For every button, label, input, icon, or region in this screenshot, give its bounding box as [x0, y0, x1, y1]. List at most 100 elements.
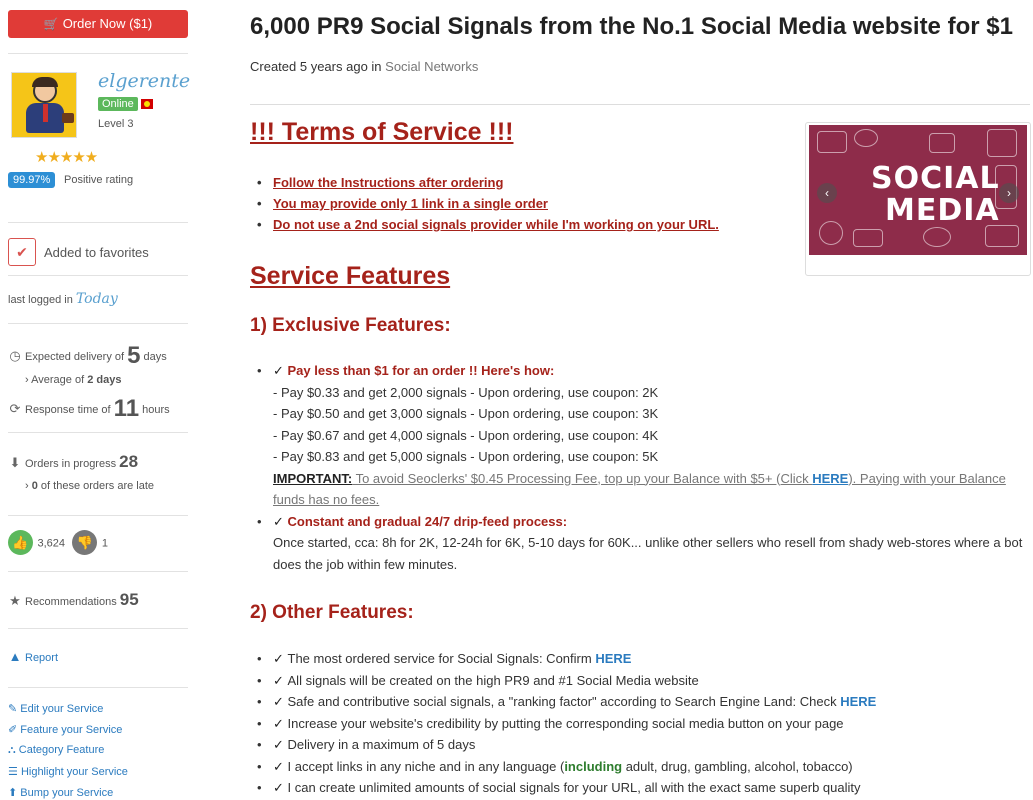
- list-item: • ✓ The most ordered service for Social S…: [257, 651, 632, 666]
- average-value: 2 days: [87, 374, 122, 386]
- drip-title: Constant and gradual 24/7 drip-feed proc…: [287, 513, 568, 529]
- thumbs-up-icon: 👍: [8, 530, 33, 555]
- service-image-gallery[interactable]: SOCIAL MEDIA ‹ ›: [805, 122, 1031, 276]
- feature-service-link[interactable]: ✐ Feature your Service: [8, 723, 128, 736]
- other-text: Increase your website's credibility by p…: [287, 715, 844, 731]
- expected-delivery: ◷ Expected delivery of 5 days: [8, 342, 166, 370]
- including-text: including: [564, 758, 623, 774]
- recs-label: Recommendations: [25, 596, 117, 608]
- average-delivery: › Average of 2 days: [25, 374, 122, 386]
- last-logged: last logged in Today: [8, 291, 118, 307]
- last-logged-label: last logged in: [8, 294, 73, 306]
- important-text: ). Paying with your Balance: [848, 470, 1006, 486]
- chevron-right-icon[interactable]: ›: [999, 183, 1019, 203]
- divider: [8, 571, 188, 572]
- country-flag-icon: [141, 99, 153, 109]
- check-here-link[interactable]: HERE: [840, 694, 876, 709]
- image-word-media: MEDIA: [885, 193, 1000, 228]
- orders-value: 28: [119, 452, 139, 471]
- features-heading: Service Features: [250, 262, 451, 290]
- order-now-button[interactable]: 🛒 Order Now ($1): [8, 10, 188, 38]
- pay-line: - Pay $0.83 and get 5,000 signals - Upon…: [273, 449, 659, 464]
- social-media-image: SOCIAL MEDIA ‹ ›: [809, 125, 1027, 255]
- edit-service-label: Edit your Service: [20, 703, 104, 715]
- online-badge: Online: [98, 97, 138, 111]
- divider: [8, 222, 188, 223]
- seller-sidebar: 🛒 Order Now ($1) elgerente Online Level 3…: [8, 10, 190, 799]
- highlight-service-link[interactable]: ☰ Highlight your Service: [8, 765, 128, 778]
- other-text: Delivery in a maximum of 5 days: [287, 737, 476, 752]
- rating-percent-badge: 99.97%: [8, 172, 56, 188]
- other-text: I can create unlimited amounts of social…: [287, 780, 861, 795]
- edit-service-link[interactable]: ✎ Edit your Service: [8, 702, 128, 715]
- thumbs-up-count: 3,624: [37, 537, 65, 550]
- response-unit: hours: [142, 404, 170, 416]
- thumbs-down-icon: 👎: [72, 530, 98, 555]
- category-feature-label: Category Feature: [18, 744, 105, 756]
- sitemap-icon: ⛬: [8, 744, 16, 756]
- thumbs-down-count: 1: [101, 537, 109, 550]
- list-item: Follow the Instructions after ordering: [257, 175, 719, 190]
- divider: [8, 687, 188, 688]
- exclusive-features: • ✓ Pay less than $1 for an order !! Here…: [257, 360, 1027, 575]
- feature-service-label: Feature your Service: [20, 724, 123, 736]
- important-note: IMPORTANT: To avoid Seoclerks' $0.45 Pro…: [257, 468, 1027, 490]
- favorites-label: Added to favorites: [44, 245, 149, 260]
- list-item: • ✓ Pay less than $1 for an order !! Here…: [257, 363, 555, 378]
- other-text: All signals will be created on the high …: [287, 672, 699, 688]
- balance-here-link[interactable]: HERE: [812, 471, 848, 486]
- orders-label: Orders in progress: [25, 458, 117, 470]
- late-orders: › 0 of these orders are late: [25, 480, 155, 492]
- category-feature-link[interactable]: ⛬ Category Feature: [8, 744, 128, 757]
- pay-less-title: Pay less than $1 for an order !! Here's …: [287, 363, 555, 378]
- star-icon: ★: [9, 593, 21, 608]
- seller-username[interactable]: elgerente: [98, 70, 190, 92]
- seller-level: Level 3: [98, 118, 134, 130]
- created-info: Created 5 years ago in Social Networks: [250, 59, 478, 74]
- divider: [8, 323, 188, 324]
- divider: [8, 628, 188, 629]
- exclusive-heading: 1) Exclusive Features:: [250, 315, 451, 336]
- pay-line: - Pay $0.67 and get 4,000 signals - Upon…: [273, 427, 659, 443]
- list-item: • ✓ I accept links in any niche and in an…: [257, 758, 853, 774]
- response-label: Response time of: [25, 404, 111, 416]
- other-features: • ✓ The most ordered service for Social S…: [257, 648, 1027, 799]
- report-link[interactable]: ▲ Report: [8, 649, 58, 664]
- list-item: • ✓ Safe and contributive social signals,…: [257, 694, 877, 709]
- expected-label: Expected delivery of: [25, 351, 125, 363]
- pay-line: - Pay $0.50 and get 3,000 signals - Upon…: [273, 406, 659, 421]
- report-label: Report: [25, 652, 59, 664]
- cart-icon: 🛒: [43, 17, 59, 31]
- seller-avatar[interactable]: [11, 72, 77, 138]
- favorites-toggle[interactable]: ✔ Added to favorites: [8, 238, 188, 274]
- order-now-label: Order Now ($1): [62, 16, 153, 31]
- clock-icon: ◷: [9, 348, 21, 363]
- tos-list: Follow the Instructions after ordering Y…: [257, 175, 719, 238]
- list-item: You may provide only 1 link in a single …: [257, 196, 719, 211]
- other-text: I accept links in any niche and in any l…: [287, 758, 565, 774]
- important-text: funds has no fees.: [273, 492, 380, 507]
- confirm-here-link[interactable]: HERE: [595, 651, 631, 666]
- bump-service-label: Bump your Service: [20, 787, 114, 799]
- bump-icon: ⬆: [8, 787, 18, 799]
- list-item: • ✓ Delivery in a maximum of 5 days: [257, 737, 476, 752]
- checkmark-icon: ✔: [8, 238, 36, 266]
- list-item: Do not use a 2nd social signals provider…: [257, 217, 719, 232]
- drip-text: does the job within few minutes.: [273, 556, 458, 572]
- list-item: • ✓ All signals will be created on the hi…: [257, 672, 699, 688]
- late-label: of these orders are late: [40, 480, 155, 492]
- edit-icon: ✎: [8, 703, 18, 715]
- image-word-social: SOCIAL: [871, 161, 1000, 196]
- drip-text: Once started, cca: 8h for 2K, 12-24h for…: [273, 535, 1023, 550]
- download-icon: ⬇: [9, 455, 21, 470]
- divider: [8, 432, 188, 433]
- other-text: The most ordered service for Social Sign…: [287, 651, 596, 666]
- category-link[interactable]: Social Networks: [385, 59, 478, 74]
- feedback-counts: 👍 3,624 👎 1: [8, 530, 108, 560]
- divider: [250, 104, 1030, 105]
- recs-value: 95: [119, 590, 139, 609]
- other-text: adult, drug, gambling, alcohol, tobacco): [622, 758, 853, 774]
- chevron-left-icon[interactable]: ‹: [817, 183, 837, 203]
- bump-service-link[interactable]: ⬆ Bump your Service: [8, 786, 128, 799]
- list-item: • ✓ I can create unlimited amounts of soc…: [257, 780, 861, 795]
